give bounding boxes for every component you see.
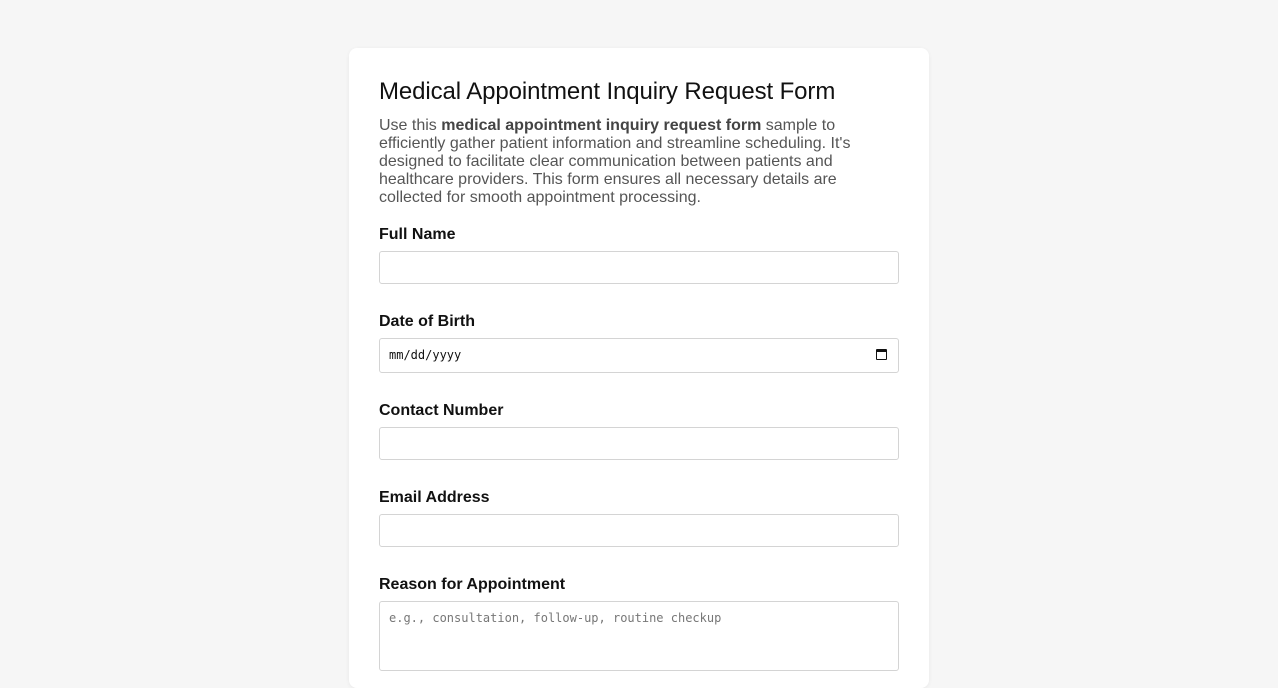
reason-placeholder: e.g., consultation, follow-up, routine c… — [389, 611, 722, 625]
calendar-icon[interactable] — [876, 349, 887, 360]
dob-input[interactable]: mm/dd/yyyy — [379, 338, 899, 373]
form-title: Medical Appointment Inquiry Request Form — [379, 78, 836, 105]
form-card: Medical Appointment Inquiry Request Form… — [349, 48, 929, 688]
dob-group: Date of Birth mm/dd/yyyy — [379, 312, 899, 373]
full-name-group: Full Name — [379, 225, 899, 284]
description-prefix: Use this — [379, 117, 442, 134]
contact-label: Contact Number — [379, 402, 504, 419]
email-group: Email Address — [379, 488, 899, 547]
reason-group: Reason for Appointment e.g., consultatio… — [379, 575, 899, 671]
email-input[interactable] — [379, 514, 899, 547]
email-label: Email Address — [379, 489, 490, 506]
description-bold: medical appointment inquiry request form — [441, 117, 762, 134]
reason-label: Reason for Appointment — [379, 576, 566, 593]
form-description: Use this medical appointment inquiry req… — [379, 117, 859, 207]
dob-placeholder: mm/dd/yyyy — [389, 348, 462, 362]
dob-label: Date of Birth — [379, 313, 475, 330]
full-name-input[interactable] — [379, 251, 899, 284]
full-name-label: Full Name — [379, 226, 456, 243]
contact-input[interactable] — [379, 427, 899, 460]
reason-textarea[interactable]: e.g., consultation, follow-up, routine c… — [379, 601, 899, 671]
contact-group: Contact Number — [379, 401, 899, 460]
